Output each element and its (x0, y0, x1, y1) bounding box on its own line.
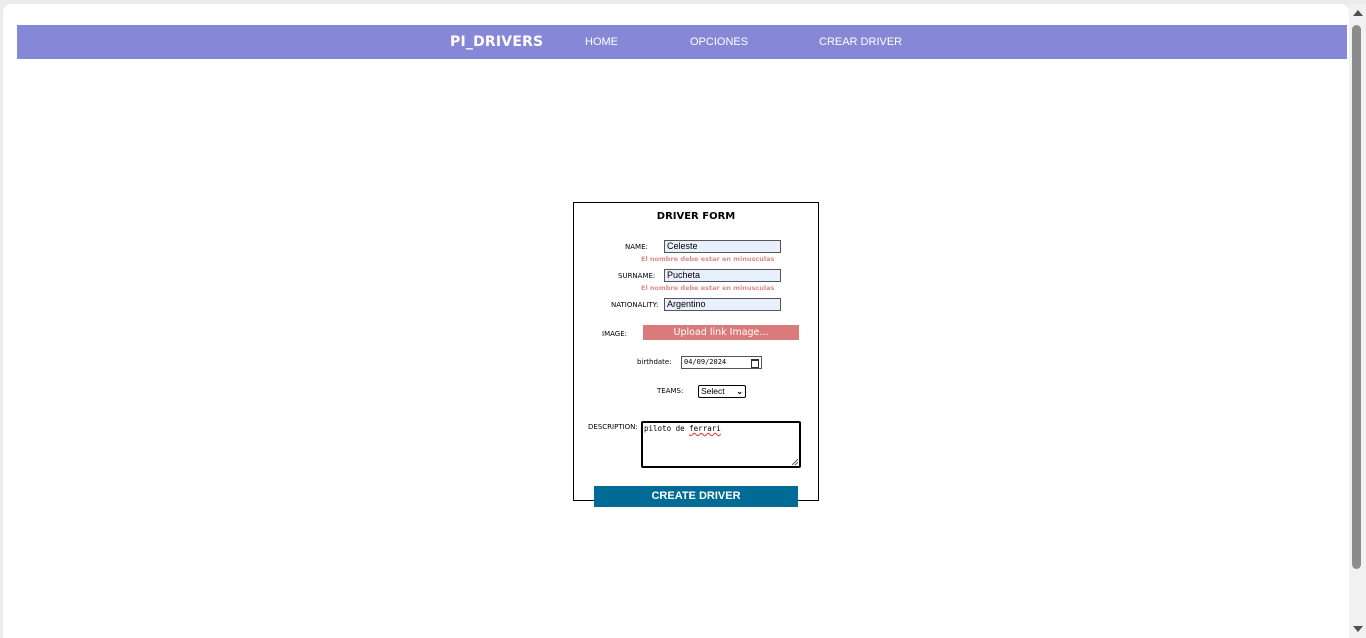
teams-label: TEAMS: (657, 387, 684, 395)
nationality-label: NATIONALITY: (611, 301, 659, 309)
top-navbar: PI_DRIVERS HOME OPCIONES CREAR DRIVER (17, 25, 1347, 59)
scrollbar-thumb[interactable] (1352, 25, 1361, 569)
upload-image-button[interactable]: Upload link Image... (643, 325, 799, 340)
brand-logo[interactable]: PI_DRIVERS (450, 34, 543, 50)
form-title: DRIVER FORM (656, 211, 736, 222)
teams-select-value: Select (701, 386, 725, 396)
nationality-input[interactable]: Argentino (664, 298, 781, 311)
surname-label: SURNAME: (618, 272, 656, 280)
resize-grip-icon[interactable] (792, 459, 798, 465)
vertical-scrollbar[interactable] (1349, 4, 1366, 638)
birthdate-value: 04/09/2024 (684, 358, 727, 366)
birthdate-label: birthdate: (637, 358, 672, 366)
nav-link-crear-driver[interactable]: CREAR DRIVER (819, 36, 902, 48)
description-text: piloto de (644, 424, 690, 433)
description-label: DESCRIPTION: (588, 423, 638, 431)
nav-link-opciones[interactable]: OPCIONES (690, 36, 748, 48)
scroll-down-arrow-icon[interactable] (1353, 626, 1363, 632)
surname-input[interactable]: Pucheta (664, 269, 781, 282)
scroll-up-arrow-icon[interactable] (1353, 10, 1363, 16)
name-error: El nombre debe estar en minusculas (641, 255, 775, 263)
nav-link-home[interactable]: HOME (585, 36, 618, 48)
name-input[interactable]: Celeste (664, 240, 781, 253)
birthdate-input[interactable]: 04/09/2024 (681, 356, 762, 369)
name-label: NAME: (625, 243, 648, 251)
calendar-icon[interactable] (751, 359, 759, 368)
chevron-down-icon: ⌄ (736, 387, 743, 396)
page-viewport: PI_DRIVERS HOME OPCIONES CREAR DRIVER DR… (3, 4, 1349, 638)
image-label: IMAGE: (602, 330, 627, 338)
description-textarea[interactable]: piloto de ferrari (641, 421, 801, 468)
description-misspelled-word: ferrari (689, 424, 721, 433)
teams-select[interactable]: Select ⌄ (698, 385, 746, 398)
create-driver-button[interactable]: CREATE DRIVER (594, 486, 798, 507)
driver-form: DRIVER FORM NAME: Celeste El nombre debe… (573, 202, 819, 501)
surname-error: El nombre debe estar en minusculas (641, 284, 775, 292)
